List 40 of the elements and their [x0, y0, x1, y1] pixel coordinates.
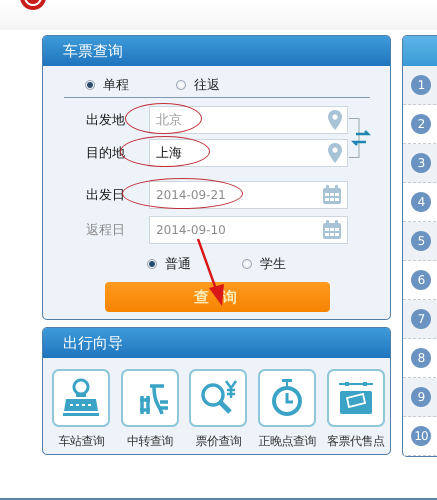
panel-title: 出行向导	[63, 333, 123, 353]
field-label: 返程日	[86, 222, 126, 239]
swap-icon[interactable]	[349, 118, 373, 158]
field-label: 出发地	[86, 112, 126, 129]
rank-number: 3	[411, 153, 431, 173]
rank-number: 8	[411, 348, 431, 368]
guide-label[interactable]: 客票代售点	[326, 433, 384, 450]
calendar-icon[interactable]	[322, 185, 342, 205]
guide-tile[interactable]	[52, 369, 110, 427]
rank-number: 7	[411, 309, 431, 329]
radio-label[interactable]: 往返	[194, 76, 220, 94]
city-field[interactable]: 上海	[149, 139, 348, 167]
radio-label[interactable]: 单程	[103, 76, 129, 94]
guide-tile[interactable]	[258, 369, 316, 427]
radio-label[interactable]: 学生	[260, 255, 286, 273]
station-icon	[61, 378, 102, 418]
rank-number: 10	[411, 426, 431, 446]
radio-button[interactable]	[147, 259, 157, 269]
rank-number: 1	[411, 75, 431, 95]
city-field[interactable]: 北京	[149, 106, 348, 134]
rank-number: 2	[411, 114, 431, 134]
guide-label[interactable]: 中转查询	[126, 433, 173, 450]
rank-number: 5	[411, 231, 431, 251]
guide-label[interactable]: 票价查询	[195, 433, 242, 450]
panel-title: 车票查询	[63, 41, 123, 61]
rank-number: 4	[411, 192, 431, 212]
guide-label[interactable]: 正晚点查询	[258, 433, 316, 450]
rank-number: 6	[411, 270, 431, 290]
radio-button[interactable]	[242, 259, 252, 269]
guide-tile[interactable]	[120, 369, 179, 427]
guide-label[interactable]: 车站查询	[58, 433, 104, 450]
guide-tile[interactable]	[189, 369, 248, 427]
location-pin-icon[interactable]	[328, 143, 342, 163]
field-label: 出发日	[86, 187, 126, 204]
radio-button[interactable]	[85, 80, 95, 90]
guide-tile[interactable]	[326, 369, 385, 427]
rank-number: 9	[411, 387, 431, 407]
radio-label[interactable]: 普通	[165, 255, 191, 273]
location-pin-icon[interactable]	[328, 110, 342, 130]
radio-button[interactable]	[176, 80, 186, 90]
